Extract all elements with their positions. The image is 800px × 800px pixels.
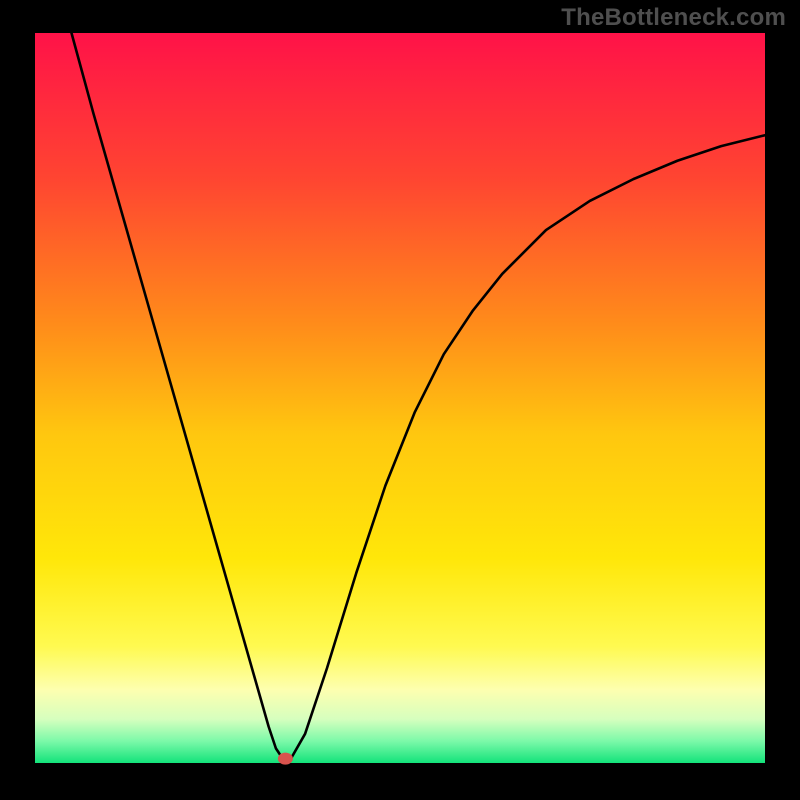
bottleneck-chart (0, 0, 800, 800)
gradient-background (35, 33, 765, 763)
optimal-point-marker (278, 753, 293, 765)
chart-frame: TheBottleneck.com (0, 0, 800, 800)
